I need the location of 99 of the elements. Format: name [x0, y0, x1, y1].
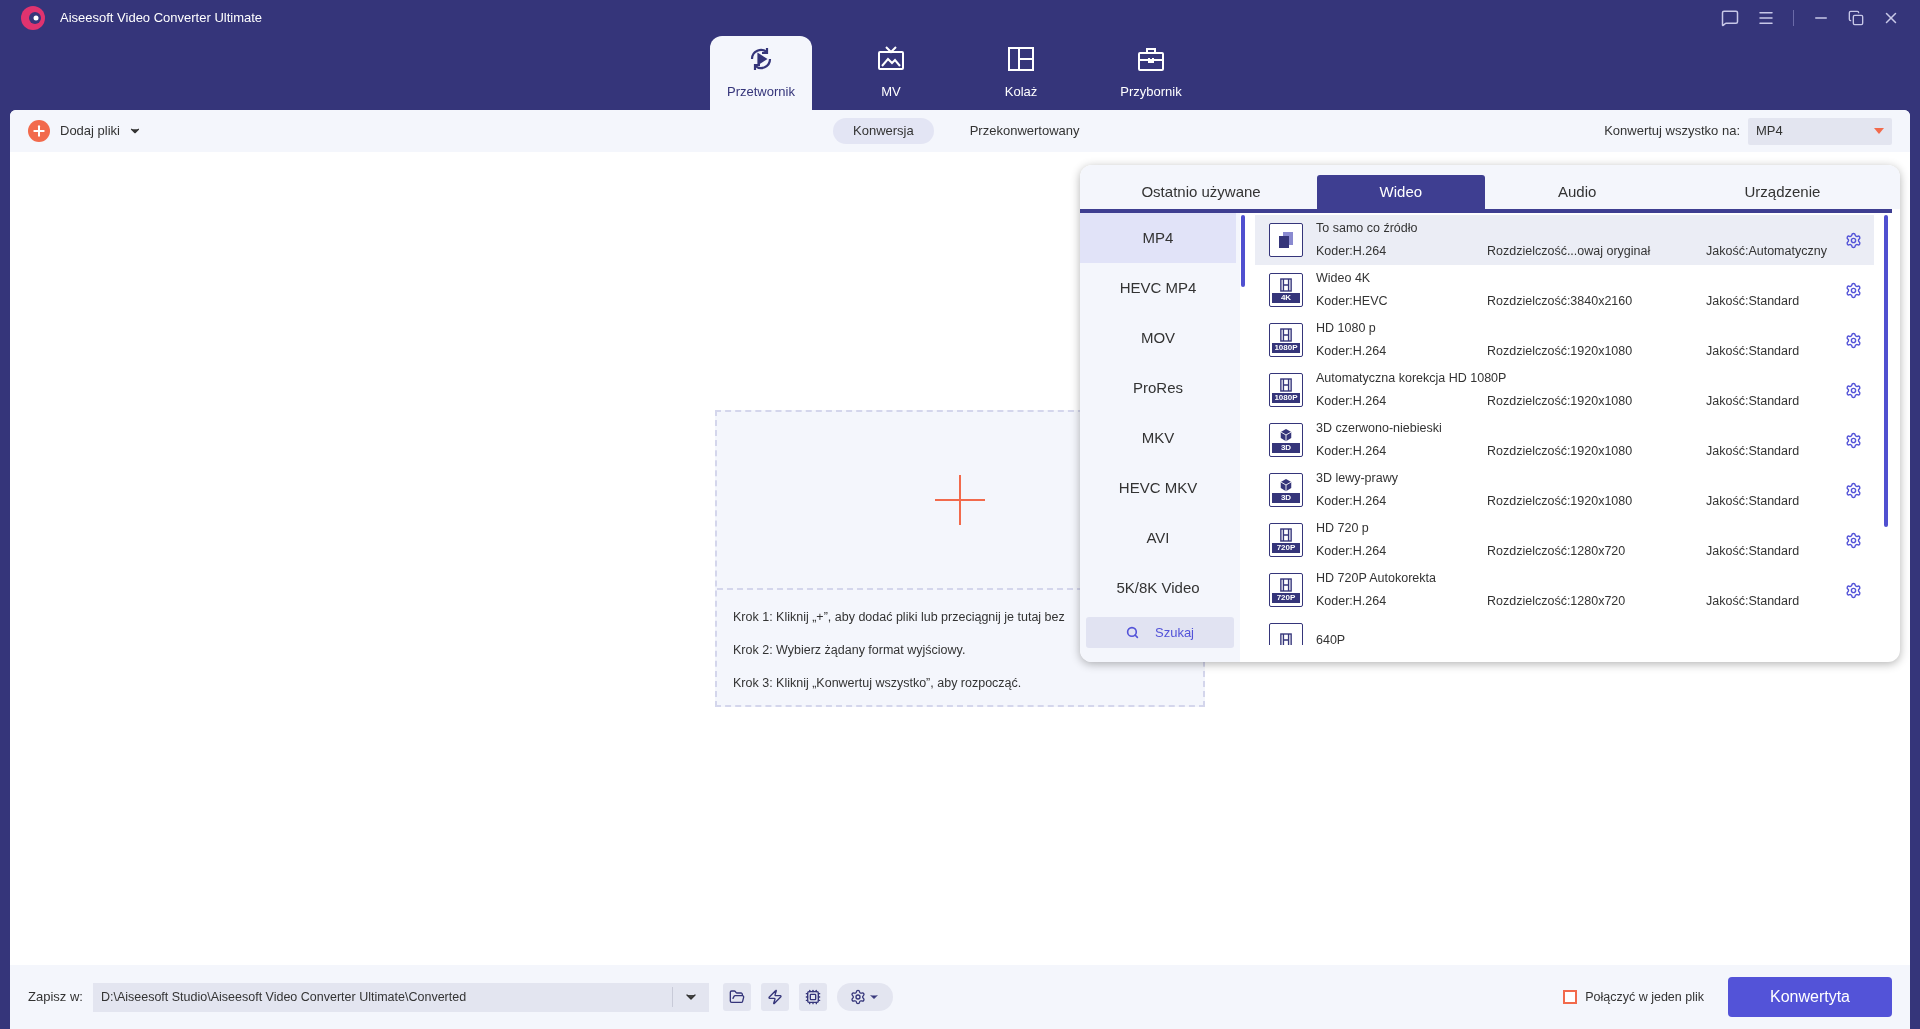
- film-icon: 720P: [1269, 523, 1303, 557]
- preset-title: 3D lewy-prawy: [1316, 470, 1399, 488]
- preset-row[interactable]: 640P: [1255, 615, 1874, 645]
- plus-icon: [28, 120, 50, 142]
- cube-icon: 3D: [1269, 423, 1303, 457]
- mode-tab[interactable]: Przekonwertowany: [949, 118, 1100, 144]
- preset-row[interactable]: 720P HD 720P Autokorekta Koder:H.264 Rozdzielczość:1280x720 Jakość:Standard: [1255, 565, 1874, 615]
- format-item[interactable]: MP4: [1080, 213, 1236, 263]
- nav-tab[interactable]: Kolaż: [970, 36, 1072, 110]
- feedback-icon[interactable]: [1721, 9, 1739, 27]
- encoder-text: Koder:HEVC: [1316, 293, 1389, 310]
- preset-title: To samo co źródło: [1316, 220, 1419, 238]
- copy-icon: [1269, 223, 1303, 257]
- encoder-text: Koder:H.264: [1316, 343, 1388, 360]
- scrollbar-thumb[interactable]: [1241, 215, 1245, 287]
- resolution-text: Rozdzielczość:1920x1080: [1487, 343, 1634, 360]
- film-icon: 1080P: [1269, 373, 1303, 407]
- preset-row[interactable]: To samo co źródło Koder:H.264 Rozdzielczość...owaj oryginał Jakość:Automatyczny: [1255, 215, 1874, 265]
- settings-icon[interactable]: [1845, 481, 1862, 499]
- merge-checkbox[interactable]: [1563, 990, 1578, 1004]
- app-logo-icon: [20, 5, 46, 31]
- quality-text: Jakość:Standard: [1706, 293, 1800, 310]
- menu-icon[interactable]: [1757, 9, 1775, 27]
- encoder-text: Koder:H.264: [1316, 493, 1388, 510]
- preset-row[interactable]: 720P HD 720 p Koder:H.264 Rozdzielczość:1280x720 Jakość:Standard: [1255, 515, 1874, 565]
- preset-row[interactable]: 3D 3D czerwono-niebieski Koder:H.264 Rozdzielczość:1920x1080 Jakość:Standard: [1255, 415, 1874, 465]
- add-files-button[interactable]: Dodaj pliki: [28, 120, 120, 142]
- settings-icon[interactable]: [1845, 531, 1862, 549]
- quality-text: Jakość:Standard: [1706, 543, 1800, 560]
- folder-icon[interactable]: [722, 983, 751, 1011]
- merge-label: Połączyć w jeden plik: [1585, 988, 1704, 1006]
- preset-row[interactable]: 1080P Automatyczna korekcja HD 1080P Koder:H.264 Rozdzielczość:1920x1080 Jakość:Standard: [1255, 365, 1874, 415]
- resolution-text: Rozdzielczość:1920x1080: [1487, 443, 1634, 460]
- format-tab[interactable]: Audio: [1484, 175, 1670, 209]
- search-icon: [1126, 626, 1139, 639]
- preset-title: 3D czerwono-niebieski: [1316, 420, 1443, 438]
- add-icon[interactable]: [935, 475, 985, 525]
- encoder-text: Koder:H.264: [1316, 543, 1388, 560]
- settings-icon[interactable]: [1845, 381, 1862, 399]
- format-tab[interactable]: Urządzenie: [1669, 175, 1895, 209]
- nav-tab[interactable]: Przetwornik: [710, 36, 812, 110]
- film-icon: 1080P: [1269, 323, 1303, 357]
- nav-tab[interactable]: MV: [840, 36, 942, 110]
- window-title: Aiseesoft Video Converter Ultimate: [60, 9, 263, 28]
- format-item[interactable]: ProRes: [1080, 363, 1236, 413]
- step-text: Krok 2: Wybierz żądany format wyjściowy.: [733, 641, 967, 659]
- cube-icon: 3D: [1269, 473, 1303, 507]
- save-label: Zapisz w:: [28, 988, 83, 1007]
- quality-text: Jakość:Standard: [1706, 343, 1800, 360]
- preset-title: HD 720 p: [1316, 520, 1370, 538]
- encoder-text: Koder:H.264: [1316, 393, 1388, 410]
- film-icon: 4K: [1269, 273, 1303, 307]
- convert-all-label: Konwertuj wszystko na:: [1604, 122, 1740, 141]
- chip-off-icon[interactable]: [798, 983, 827, 1011]
- resolution-text: Rozdzielczość...owaj oryginał: [1487, 243, 1652, 260]
- settings-icon[interactable]: [1845, 581, 1862, 599]
- mode-tab[interactable]: Konwersja: [833, 118, 934, 144]
- caret-icon: [1874, 128, 1884, 134]
- step-text: Krok 1: Kliknij „+”, aby dodać pliki lub przeciągnij je tutaj bez: [733, 609, 1066, 626]
- quality-text: Jakość:Standard: [1706, 493, 1800, 510]
- scrollbar-thumb[interactable]: [1884, 215, 1888, 527]
- encoder-text: Koder:H.264: [1316, 593, 1388, 610]
- settings-icon[interactable]: [836, 983, 893, 1011]
- encoder-text: Koder:H.264: [1316, 243, 1388, 260]
- restore-icon[interactable]: [1848, 10, 1864, 26]
- resolution-text: Rozdzielczość:1280x720: [1487, 593, 1627, 610]
- preset-row[interactable]: 3D 3D lewy-prawy Koder:H.264 Rozdzielczość:1920x1080 Jakość:Standard: [1255, 465, 1874, 515]
- search-button[interactable]: Szukaj: [1086, 617, 1234, 648]
- resolution-text: Rozdzielczość:1920x1080: [1487, 493, 1634, 510]
- settings-icon[interactable]: [1845, 231, 1862, 249]
- step-text: Krok 3: Kliknij „Konwertuj wszystko”, aby rozpocząć.: [733, 674, 1023, 692]
- resolution-text: Rozdzielczość:1280x720: [1487, 543, 1627, 560]
- preset-row[interactable]: 4K Wideo 4K Koder:HEVC Rozdzielczość:3840x2160 Jakość:Standard: [1255, 265, 1874, 315]
- resolution-text: Rozdzielczość:1920x1080: [1487, 393, 1634, 410]
- preset-title: 640P: [1316, 631, 1347, 645]
- convert-button[interactable]: Konwertyta: [1728, 977, 1892, 1017]
- film-icon: 720P: [1269, 573, 1303, 607]
- nav-tab[interactable]: Przybornik: [1100, 36, 1202, 110]
- settings-icon[interactable]: [1845, 281, 1862, 299]
- format-tab[interactable]: Ostatnio używane: [1085, 175, 1318, 209]
- format-item[interactable]: MOV: [1080, 313, 1236, 363]
- format-item[interactable]: HEVC MP4: [1080, 263, 1236, 313]
- quality-text: Jakość:Standard: [1706, 443, 1800, 460]
- lightning-off-icon[interactable]: [760, 983, 789, 1011]
- preset-title: HD 720P Autokorekta: [1316, 570, 1437, 588]
- save-path-field[interactable]: D:\Aiseesoft Studio\Aiseesoft Video Converter Ultimate\Converted: [92, 982, 709, 1012]
- format-tab[interactable]: Wideo: [1317, 175, 1485, 209]
- preset-title: HD 1080 p: [1316, 320, 1377, 338]
- settings-icon[interactable]: [1845, 431, 1862, 449]
- resolution-text: Rozdzielczość:3840x2160: [1487, 293, 1634, 310]
- quality-text: Jakość:Standard: [1706, 393, 1800, 410]
- preset-row[interactable]: 1080P HD 1080 p Koder:H.264 Rozdzielczość:1920x1080 Jakość:Standard: [1255, 315, 1874, 365]
- preset-title: Automatyczna korekcja HD 1080P: [1316, 370, 1508, 388]
- quality-text: Jakość:Standard: [1706, 593, 1800, 610]
- settings-icon[interactable]: [1845, 331, 1862, 349]
- format-dropdown[interactable]: MP4: [1748, 117, 1892, 145]
- quality-text: Jakość:Automatyczny: [1706, 243, 1827, 260]
- preset-title: Wideo 4K: [1316, 270, 1372, 288]
- encoder-text: Koder:H.264: [1316, 443, 1388, 460]
